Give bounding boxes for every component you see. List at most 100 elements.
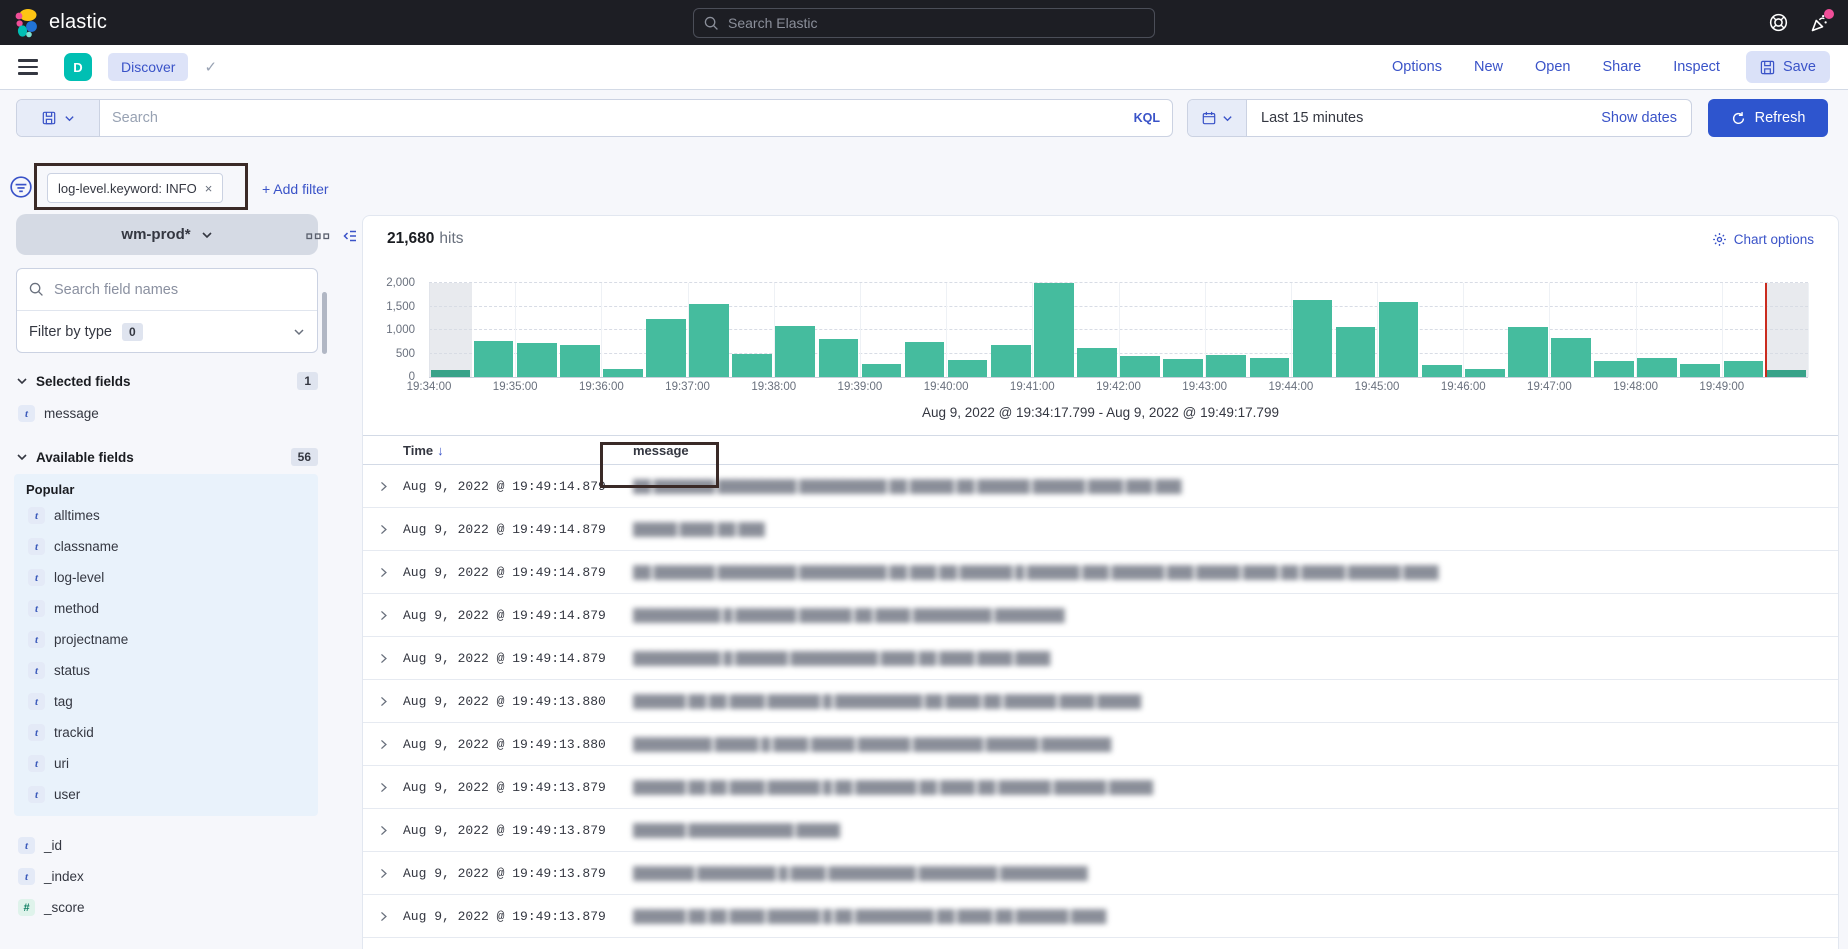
top-menu-link-share[interactable]: Share [1602,59,1641,75]
histogram-bar[interactable] [560,345,600,377]
saved-query-menu-button[interactable] [17,100,100,136]
histogram-bar[interactable] [1551,338,1591,377]
date-quick-menu-button[interactable] [1188,100,1247,136]
sidebar-scrollbar[interactable] [322,292,327,354]
expand-row-icon[interactable] [363,738,403,751]
text-token-icon: t [18,868,35,885]
expand-row-icon[interactable] [363,867,403,880]
expand-row-icon[interactable] [363,652,403,665]
space-avatar[interactable]: D [64,53,92,81]
expand-row-icon[interactable] [363,910,403,923]
row-density-icon[interactable] [306,229,330,243]
histogram-bar[interactable] [1293,300,1333,377]
histogram-bar[interactable] [1680,364,1720,377]
text-token-icon: t [28,507,45,524]
field-search-input[interactable]: Search field names [17,269,317,311]
histogram-bar[interactable] [905,342,945,377]
field-item-tag[interactable]: ttag [26,686,308,717]
expand-row-icon[interactable] [363,824,403,837]
field-item-projectname[interactable]: tprojectname [26,624,308,655]
histogram-bar[interactable] [1465,369,1505,377]
field-item-uri[interactable]: turi [26,748,308,779]
documents-table: Time↓ message Aug 9, 2022 @ 19:49:14.879… [363,435,1838,949]
histogram-bar[interactable] [1034,283,1074,377]
histogram-bar[interactable] [1724,361,1764,377]
filter-menu-icon[interactable] [9,175,33,199]
kql-language-button[interactable]: KQL [1134,111,1160,125]
top-menu-link-options[interactable]: Options [1392,59,1442,75]
news-icon[interactable] [1810,13,1830,33]
field-item-alltimes[interactable]: t alltimes [26,500,308,531]
help-icon[interactable] [1769,13,1788,32]
menu-icon[interactable] [18,59,38,75]
chart-options-button[interactable]: Chart options [1712,232,1814,247]
available-fields-accordion[interactable]: Available fields 56 [16,448,318,466]
histogram-bar[interactable] [603,369,643,377]
histogram-bar[interactable] [1508,327,1548,377]
top-menu-link-new[interactable]: New [1474,59,1503,75]
field-item-status[interactable]: tstatus [26,655,308,686]
field-item-method[interactable]: tmethod [26,593,308,624]
expand-row-icon[interactable] [363,566,403,579]
histogram-bar[interactable] [517,343,557,377]
histogram-slot [688,283,731,377]
show-dates-button[interactable]: Show dates [1601,110,1691,126]
histogram-bar[interactable] [1767,370,1807,377]
field-item-_score[interactable]: #_score [16,892,318,923]
column-header-time[interactable]: Time↓ [403,443,619,458]
histogram-bar[interactable] [1206,355,1246,377]
sort-desc-icon[interactable]: ↓ [437,443,444,458]
field-item-log-level[interactable]: tlog-level [26,562,308,593]
index-pattern-selector[interactable]: wm-prod* [16,214,318,255]
expand-row-icon[interactable] [363,695,403,708]
query-search-input[interactable]: Search KQL [100,100,1172,136]
histogram-bar[interactable] [991,345,1031,377]
field-item-_id[interactable]: t_id [16,830,318,861]
refresh-button[interactable]: Refresh [1708,99,1828,137]
histogram-bar[interactable] [948,360,988,377]
filter-by-type-button[interactable]: Filter by type 0 [17,311,317,352]
histogram-bar[interactable] [1077,348,1117,377]
field-name: alltimes [54,508,100,523]
histogram-bar[interactable] [1120,356,1160,377]
field-item-trackid[interactable]: ttrackid [26,717,308,748]
histogram-bar[interactable] [1594,361,1634,377]
expand-row-icon[interactable] [363,523,403,536]
histogram-bar[interactable] [732,354,772,377]
histogram-bar[interactable] [862,364,902,377]
expand-row-icon[interactable] [363,480,403,493]
field-item-_index[interactable]: t_index [16,861,318,892]
histogram-bar[interactable] [1163,359,1203,377]
breadcrumb-discover[interactable]: Discover [108,53,188,81]
histogram-bar[interactable] [1250,358,1290,377]
save-button[interactable]: Save [1746,51,1830,83]
time-range-value[interactable]: Last 15 minutes [1247,110,1363,126]
histogram-bar[interactable] [474,341,514,377]
add-filter-button[interactable]: + Add filter [262,181,329,197]
cell-time: Aug 9, 2022 @ 19:49:14.879 [403,651,619,666]
top-menu-link-inspect[interactable]: Inspect [1673,59,1720,75]
column-header-message[interactable]: message [619,443,1838,458]
histogram-bar[interactable] [1422,365,1462,377]
histogram-bar[interactable] [689,304,729,377]
selected-fields-accordion[interactable]: Selected fields 1 [16,372,318,390]
histogram-plot[interactable] [429,283,1808,378]
histogram-bar[interactable] [1336,327,1376,377]
expand-row-icon[interactable] [363,609,403,622]
field-item-user[interactable]: tuser [26,779,308,810]
histogram-bar[interactable] [646,319,686,377]
collapse-sidebar-icon[interactable] [342,228,358,244]
histogram-bar[interactable] [775,326,815,377]
hits-label: hits [439,230,463,248]
expand-row-icon[interactable] [363,781,403,794]
top-menu-link-open[interactable]: Open [1535,59,1570,75]
remove-filter-icon[interactable]: × [205,181,213,196]
histogram-bar[interactable] [1379,302,1419,377]
filter-pill[interactable]: log-level.keyword: INFO × [47,173,223,203]
histogram-bar[interactable] [431,370,471,377]
histogram-bar[interactable] [819,339,859,377]
histogram-bar[interactable] [1637,358,1677,377]
field-item-message[interactable]: tmessage [16,398,318,429]
field-item-classname[interactable]: tclassname [26,531,308,562]
global-search-input[interactable]: Search Elastic [693,8,1155,38]
